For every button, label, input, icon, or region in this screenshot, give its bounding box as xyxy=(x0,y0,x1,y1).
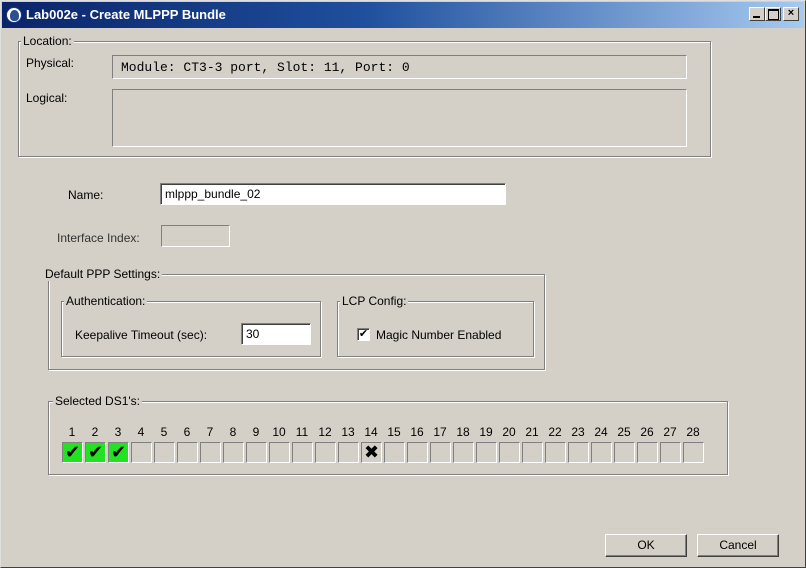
ok-button[interactable]: OK xyxy=(605,534,687,557)
ds1-channel-number: 4 xyxy=(137,425,145,439)
title-bar[interactable]: Lab002e - Create MLPPP Bundle × xyxy=(2,2,804,28)
ds1-channel-number: 6 xyxy=(183,425,191,439)
ds1-channel-number: 2 xyxy=(91,425,99,439)
ds1-channel-cell[interactable]: ✔ xyxy=(108,442,129,463)
ds1-channel-cell[interactable]: ✔ xyxy=(62,442,83,463)
close-button[interactable]: × xyxy=(783,7,799,21)
ds1-channel-cell[interactable] xyxy=(292,442,313,463)
app-icon xyxy=(6,7,22,23)
ds1-channel-cell[interactable] xyxy=(246,442,267,463)
logical-field xyxy=(112,89,687,147)
ds1-channel-cell[interactable] xyxy=(269,442,290,463)
ds1-channel-number: 5 xyxy=(160,425,168,439)
physical-label: Physical: xyxy=(26,56,75,70)
ds1-channel-number: 14 xyxy=(364,425,378,439)
ds1-channel-number: 15 xyxy=(387,425,401,439)
ds1-channel-number: 28 xyxy=(686,425,700,439)
ds1-channel-cell[interactable] xyxy=(338,442,359,463)
checkmark-icon: ✔ xyxy=(110,442,127,462)
ds1-channel-cell[interactable] xyxy=(430,442,451,463)
ds1-channel-number: 23 xyxy=(571,425,585,439)
ds1-channel-cell[interactable] xyxy=(522,442,543,463)
name-label: Name: xyxy=(68,188,104,202)
ds1-channel-number: 9 xyxy=(252,425,260,439)
ds1-channel-cell[interactable] xyxy=(177,442,198,463)
ds1-channel-number: 26 xyxy=(640,425,654,439)
ds1-channel-number: 24 xyxy=(594,425,608,439)
ds1-channel-number: 21 xyxy=(525,425,539,439)
ds1-channel-cell[interactable] xyxy=(476,442,497,463)
ds1-channel-cell[interactable] xyxy=(614,442,635,463)
ds1-channel-cell[interactable] xyxy=(453,442,474,463)
ds1-channel-cell[interactable] xyxy=(499,442,520,463)
minimize-button[interactable] xyxy=(749,7,765,21)
keepalive-input[interactable]: 30 xyxy=(241,323,311,345)
ds1-channel-cell[interactable] xyxy=(591,442,612,463)
cancel-button[interactable]: Cancel xyxy=(697,534,779,557)
location-group-label: Location: xyxy=(21,34,74,48)
ds1-channel-number: 22 xyxy=(548,425,562,439)
ds1-channel-number: 27 xyxy=(663,425,677,439)
ds1-channel-number: 13 xyxy=(341,425,355,439)
ds1-channel-cell[interactable] xyxy=(315,442,336,463)
ds1-channel-cell[interactable] xyxy=(545,442,566,463)
maximize-button[interactable] xyxy=(765,7,781,21)
authentication-group-label: Authentication: xyxy=(64,294,148,308)
ds1-channel-cell[interactable] xyxy=(131,442,152,463)
ds1-channel-number: 20 xyxy=(502,425,516,439)
interface-index-field xyxy=(161,225,230,247)
ds1-channel-number: 19 xyxy=(479,425,493,439)
ds1-channel-cell[interactable] xyxy=(200,442,221,463)
ds1-channel-number: 12 xyxy=(318,425,332,439)
window-title: Lab002e - Create MLPPP Bundle xyxy=(26,7,226,22)
ds1-channel-cell[interactable] xyxy=(683,442,704,463)
ds1-channel-cell[interactable] xyxy=(223,442,244,463)
ds1-channel-number: 3 xyxy=(114,425,122,439)
ds1-channel-number: 18 xyxy=(456,425,470,439)
logical-label: Logical: xyxy=(26,91,68,105)
ds1-channel-number: 17 xyxy=(433,425,447,439)
magic-number-label: Magic Number Enabled xyxy=(376,328,502,342)
ds1-channel-number: 10 xyxy=(272,425,286,439)
ds1-channel-cell[interactable]: ✔ xyxy=(85,442,106,463)
magic-number-checkbox[interactable]: ✔ xyxy=(357,328,370,341)
ds1-channel-number: 7 xyxy=(206,425,214,439)
dialog-window: Lab002e - Create MLPPP Bundle × Location… xyxy=(0,0,806,568)
ds1-channel-number: 1 xyxy=(68,425,76,439)
ds1-channel-cell[interactable]: ✖ xyxy=(361,442,382,463)
ds1-channel-number: 8 xyxy=(229,425,237,439)
checkmark-icon: ✔ xyxy=(87,442,104,462)
ds1-channel-cell[interactable] xyxy=(568,442,589,463)
ds1-channel-cell[interactable] xyxy=(407,442,428,463)
interface-index-label: Interface Index: xyxy=(57,231,140,245)
ds1-channel-cell[interactable] xyxy=(384,442,405,463)
selected-ds1-group-label: Selected DS1's: xyxy=(53,394,143,408)
ds1-channel-number: 11 xyxy=(295,425,309,439)
lcp-config-group-label: LCP Config: xyxy=(340,294,409,308)
checkmark-icon: ✔ xyxy=(64,442,81,462)
ds1-channel-cell[interactable] xyxy=(154,442,175,463)
keepalive-label: Keepalive Timeout (sec): xyxy=(75,328,208,342)
x-mark-icon: ✖ xyxy=(363,442,380,462)
ds1-channel-number: 16 xyxy=(410,425,424,439)
physical-field: Module: CT3-3 port, Slot: 11, Port: 0 xyxy=(112,55,687,79)
name-input[interactable]: mlppp_bundle_02 xyxy=(160,183,506,205)
ds1-channel-cell[interactable] xyxy=(660,442,681,463)
ppp-settings-group-label: Default PPP Settings: xyxy=(43,267,163,281)
ds1-channel-cell[interactable] xyxy=(637,442,658,463)
ds1-channel-number: 25 xyxy=(617,425,631,439)
